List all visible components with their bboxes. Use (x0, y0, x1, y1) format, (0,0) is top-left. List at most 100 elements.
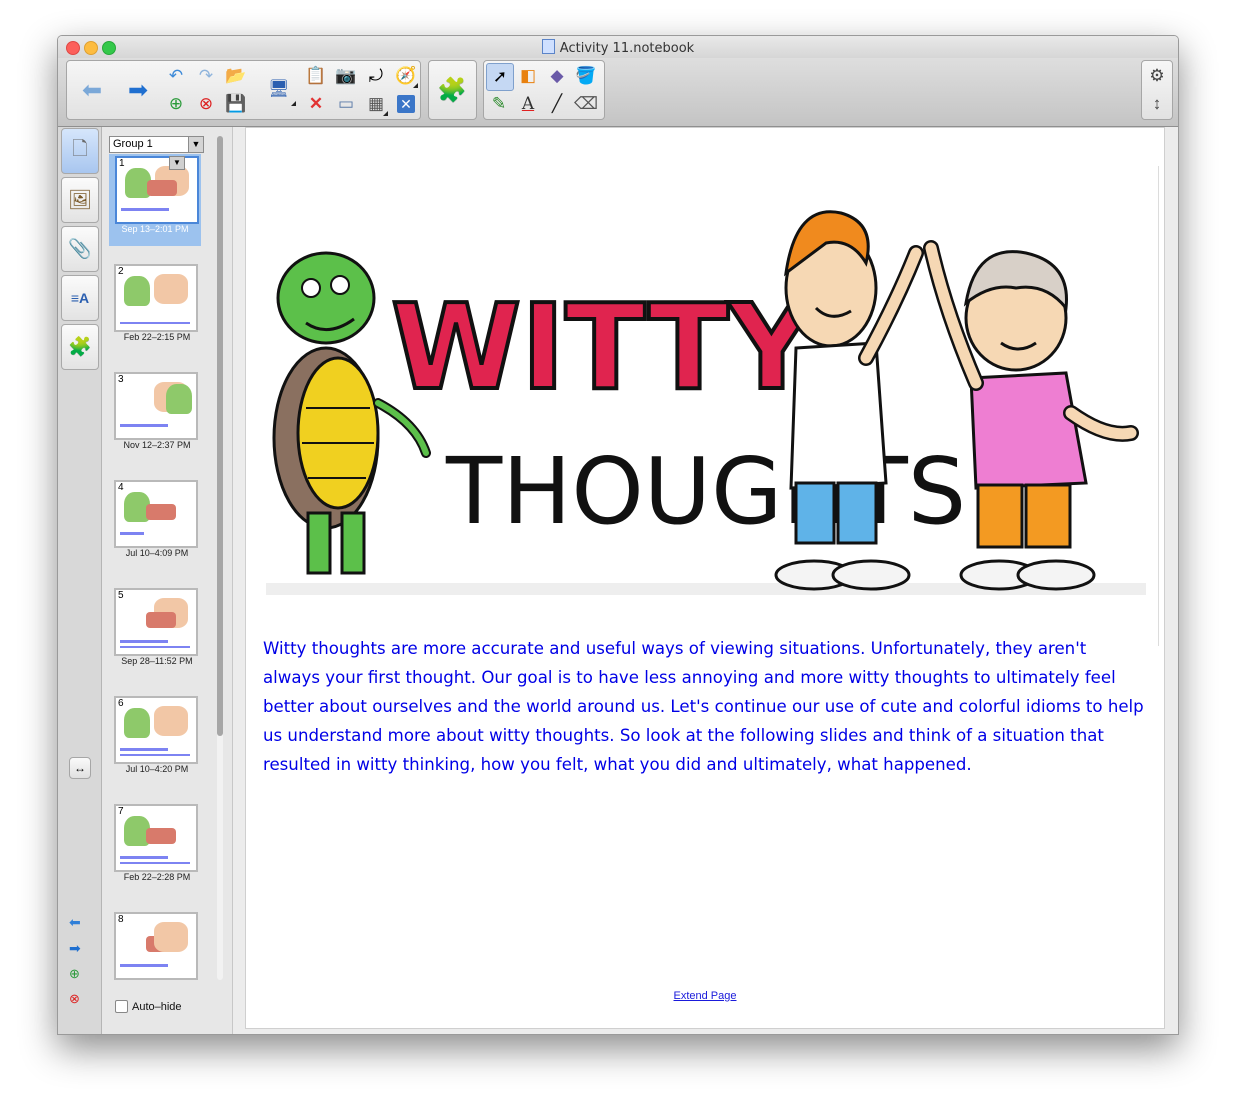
redo-icon: ↷ (198, 66, 214, 85)
delete-icon: ✕ (308, 94, 324, 113)
eraser-fill-button[interactable]: ◆ (544, 63, 570, 89)
line-tool-button[interactable]: ╱ (544, 91, 570, 117)
page-menu-button[interactable]: ▼ (169, 156, 185, 170)
add-page-mini-button[interactable]: ⊕ (69, 966, 80, 982)
arrow-left-icon: ⬅ (69, 914, 81, 930)
screen-capture-button[interactable]: 📷 (333, 63, 359, 89)
redo-button[interactable]: ↷ (193, 63, 219, 89)
save-button[interactable]: 💾 (223, 91, 249, 117)
add-page-icon: ⊕ (168, 94, 184, 113)
puzzle-icon: 🧩 (437, 76, 467, 104)
paperclip-icon: 📎 (68, 239, 92, 260)
move-toolbar-button[interactable]: ↕ (1144, 91, 1170, 117)
forward-arrow-button[interactable]: ➡ (116, 62, 160, 118)
eraser-blue-icon: ◆ (550, 66, 564, 85)
thumbnail-image: 2 (114, 264, 198, 332)
toolbar-tools-group: ➚ ◧ ◆ 🪣 ✎ A ╱ ⌫ (483, 60, 605, 120)
tab-page-sorter[interactable]: 🗋 (61, 128, 99, 174)
witty-thoughts-illustration: WITTY THOUGHTS (266, 210, 1146, 595)
toolbar-main-group: ⬅ ➡ ↶ ↷ 📂 ⊕ ⊗ 💾 🖥 📋 📷 ⤾ 🧭 ✕ ▭ ▦ ✕ (66, 60, 421, 120)
settings-button[interactable]: ⚙ (1144, 63, 1170, 89)
fill-tool-button[interactable]: 🪣 (573, 63, 599, 89)
thumbnail-image: 8 (114, 912, 198, 980)
pointer-arrow-icon: ➚ (492, 67, 508, 86)
eraser-tool-button[interactable]: ⌫ (573, 91, 599, 117)
full-screen-button[interactable]: ✕ (393, 91, 419, 117)
puzzle-icon: 🧩 (68, 337, 92, 358)
thumbnail-image: 1 (115, 156, 199, 224)
document-icon (541, 39, 555, 54)
tab-properties[interactable]: ≡A (61, 275, 99, 321)
page-body-text[interactable]: Witty thoughts are more accurate and use… (263, 634, 1148, 779)
text-icon: A (521, 94, 535, 114)
shapes-tool-button[interactable]: ◧ (515, 63, 541, 89)
checkbox-icon (115, 1000, 128, 1013)
toolbar-addons-group: 🧩 (428, 60, 477, 120)
app-window: Activity 11.notebook ⬅ ➡ ↶ ↷ 📂 ⊕ ⊗ 💾 🖥 📋… (57, 35, 1179, 1035)
tab-gallery[interactable]: 🖼 (61, 177, 99, 223)
up-down-arrow-icon: ↕ (1152, 94, 1162, 113)
sorter-scrollbar-thumb[interactable] (217, 136, 223, 736)
window-title: Activity 11.notebook (58, 39, 1178, 56)
next-page-button[interactable]: ➡ (69, 940, 81, 957)
compass-icon: 🧭 (395, 66, 417, 85)
shapes-icon: ◧ (519, 66, 537, 85)
notebook-page[interactable]: WITTY THOUGHTS Witty thoughts are more a… (245, 127, 1165, 1029)
thumbnail-image: 7 (114, 804, 198, 872)
thoughts-logo-text: THOUGHTS (445, 438, 966, 545)
thumbnail-image: 5 (114, 588, 198, 656)
previous-page-button[interactable]: ⬅ (69, 914, 81, 931)
group-dropdown[interactable]: Group 1 ▼ (109, 136, 204, 153)
page-thumbnail[interactable]: 6 Jul 10–4:20 PM (111, 694, 198, 786)
page-thumbnail[interactable]: 2 Feb 22–2:15 PM (111, 262, 198, 354)
delete-page-mini-button[interactable]: ⊗ (69, 991, 80, 1007)
add-page-icon: ⊕ (69, 966, 80, 981)
eraser-icon: ⌫ (573, 94, 599, 113)
page-thumbnail[interactable]: 1 ▼ Sep 13–2:01 PM (109, 154, 201, 246)
chevron-down-icon: ▼ (173, 158, 181, 167)
toolbar-settings-group: ⚙ ↕ (1141, 60, 1173, 120)
select-tool-button[interactable]: ➚ (486, 63, 514, 91)
full-screen-icon: ✕ (397, 95, 415, 113)
page-thumbnail[interactable]: 4 Jul 10–4:09 PM (111, 478, 198, 570)
expand-sidebar-button[interactable]: ↔ (69, 757, 91, 779)
properties-icon: ≡A (70, 290, 90, 306)
screen-shade-button[interactable]: ▭ (333, 91, 359, 117)
page-thumbnail[interactable]: 7 Feb 22–2:28 PM (111, 802, 198, 894)
open-button[interactable]: 📂 (223, 63, 249, 89)
undo-button[interactable]: ↶ (163, 63, 189, 89)
rotate-icon: ⤾ (368, 66, 384, 85)
paste-button[interactable]: 📋 (303, 63, 329, 89)
table-button[interactable]: ▦ (363, 91, 389, 117)
monitor-icon: 🖥 (268, 79, 290, 98)
page-thumbnail[interactable]: 3 Nov 12–2:37 PM (111, 370, 198, 462)
arrow-right-icon: ➡ (127, 76, 149, 104)
chevron-down-icon: ▼ (188, 137, 203, 152)
page-thumbnail[interactable]: 8 (111, 910, 198, 1002)
add-ons-button[interactable]: 🧩 (430, 62, 474, 118)
add-page-button[interactable]: ⊕ (163, 91, 189, 117)
page-margin-line (1158, 166, 1159, 646)
thumbnail-image: 4 (114, 480, 198, 548)
page-icon: 🗋 (72, 139, 88, 160)
page-sorter: Group 1 ▼ 1 ▼ Sep 13–2:01 PM 2 Feb 22–2:… (102, 127, 233, 1034)
tab-add-ons[interactable]: 🧩 (61, 324, 99, 370)
page-thumbnail[interactable]: 5 Sep 28–11:52 PM (111, 586, 198, 678)
screen-display-button[interactable]: 🖥 (261, 71, 297, 107)
pens-tool-button[interactable]: ✎ (486, 91, 512, 117)
rotate-button[interactable]: ⤾ (363, 63, 389, 89)
screen-shade-icon: ▭ (337, 94, 355, 113)
folder-icon: 📂 (225, 66, 247, 85)
delete-button[interactable]: ✕ (303, 91, 329, 117)
toolbar: ⬅ ➡ ↶ ↷ 📂 ⊕ ⊗ 💾 🖥 📋 📷 ⤾ 🧭 ✕ ▭ ▦ ✕ 🧩 ➚ ◧ … (58, 58, 1178, 127)
measure-tool-button[interactable]: 🧭 (393, 63, 419, 89)
extend-page-link[interactable]: Extend Page (246, 990, 1164, 1002)
delete-page-button[interactable]: ⊗ (193, 91, 219, 117)
delete-page-icon: ⊗ (198, 94, 214, 113)
auto-hide-checkbox[interactable]: Auto–hide (115, 1000, 182, 1013)
text-tool-button[interactable]: A (515, 91, 541, 117)
sidebar-tabs: 🗋 🖼 📎 ≡A 🧩 ↔ ⬅ ➡ ⊕ ⊗ (58, 127, 102, 1034)
back-arrow-button[interactable]: ⬅ (70, 62, 114, 118)
save-icon: 💾 (225, 94, 247, 113)
tab-attachments[interactable]: 📎 (61, 226, 99, 272)
